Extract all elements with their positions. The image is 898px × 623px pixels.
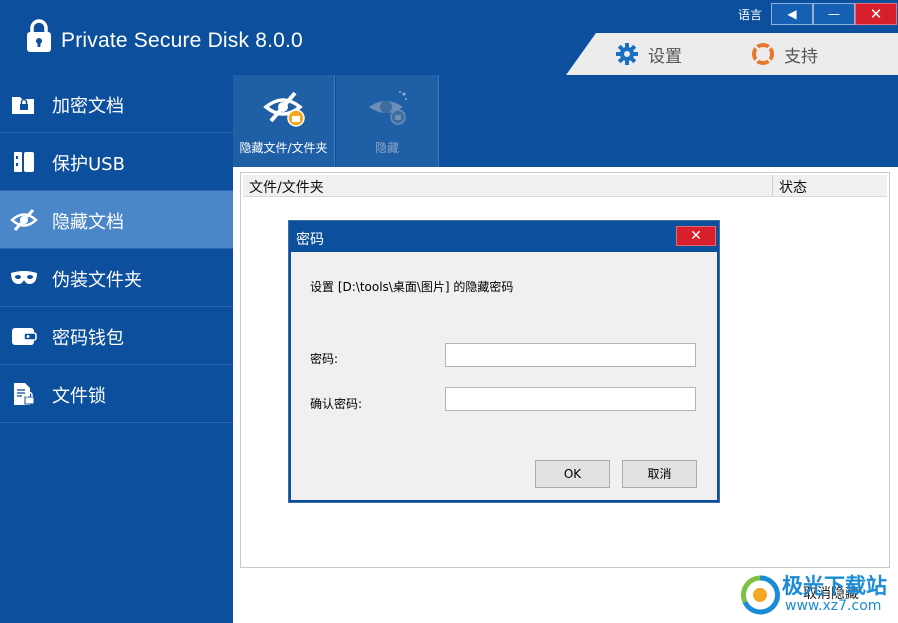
title-bar: Private Secure Disk 8.0.0 语言 ◀ — ✕ 设置 支持	[0, 0, 898, 75]
sidebar: 加密文档 保护USB 隐藏文档 伪装文件夹 密码钱包 文件锁	[0, 75, 233, 623]
tab-support-label: 支持	[784, 46, 818, 67]
app-title: Private Secure Disk 8.0.0	[61, 29, 303, 52]
language-button[interactable]: ◀	[771, 3, 813, 25]
close-window-button[interactable]: ✕	[855, 3, 897, 25]
hide-label: 隐藏	[374, 141, 399, 155]
gear-icon	[616, 43, 638, 65]
wallet-icon	[12, 328, 37, 345]
column-header-file[interactable]: 文件/文件夹	[249, 177, 324, 197]
watermark-name: 极光下载站	[782, 574, 887, 598]
eye-slash-icon	[10, 208, 38, 232]
usb-drive-icon	[14, 152, 34, 172]
dialog-close-button[interactable]: ✕	[676, 226, 716, 246]
sidebar-item-file-lock[interactable]: 文件锁	[0, 365, 233, 423]
language-label: 语言	[738, 8, 763, 22]
tab-settings[interactable]: 设置	[616, 33, 682, 75]
dialog-title: 密码	[296, 232, 324, 248]
tab-settings-label: 设置	[648, 46, 682, 67]
sidebar-item-encrypt[interactable]: 加密文档	[0, 75, 233, 133]
cancel-button[interactable]: 取消	[622, 460, 697, 488]
password-input[interactable]	[445, 343, 696, 367]
sidebar-item-label: 保护USB	[52, 154, 125, 175]
password-dialog: 密码 ✕ 设置 [D:\tools\桌面\图片] 的隐藏密码 密码: 确认密码:…	[289, 221, 719, 502]
watermark-url: www.xz7.com	[785, 598, 882, 614]
column-divider[interactable]	[772, 175, 773, 197]
dialog-message: 设置 [D:\tools\桌面\图片] 的隐藏密码	[310, 280, 514, 294]
confirm-password-label: 确认密码:	[310, 397, 363, 411]
sidebar-item-label: 文件锁	[52, 386, 106, 407]
hide-button[interactable]: 隐藏	[336, 75, 439, 167]
mask-icon	[11, 271, 37, 284]
watermark-logo-icon	[741, 575, 780, 615]
sidebar-item-disguise-folder[interactable]: 伪装文件夹	[0, 249, 233, 307]
table-header: 文件/文件夹 状态	[243, 175, 887, 197]
toolbar: 隐藏文件/文件夹 隐藏	[233, 75, 898, 167]
column-header-status[interactable]: 状态	[779, 177, 807, 197]
lifebuoy-icon	[752, 43, 774, 65]
sidebar-item-protect-usb[interactable]: 保护USB	[0, 133, 233, 191]
sidebar-item-label: 伪装文件夹	[52, 270, 142, 291]
sidebar-item-password-wallet[interactable]: 密码钱包	[0, 307, 233, 365]
sidebar-item-label: 隐藏文档	[52, 212, 124, 233]
password-label: 密码:	[310, 352, 339, 366]
app-logo-lock-icon	[27, 19, 51, 52]
ok-button[interactable]: OK	[535, 460, 610, 488]
hide-files-folders-button[interactable]: 隐藏文件/文件夹	[233, 75, 335, 167]
sidebar-item-hide-docs[interactable]: 隐藏文档	[0, 191, 233, 249]
confirm-password-input[interactable]	[445, 387, 696, 411]
sidebar-item-label: 加密文档	[52, 96, 124, 117]
hide-eye-icon	[369, 91, 407, 125]
tab-support[interactable]: 支持	[752, 33, 818, 75]
folder-lock-icon	[12, 97, 34, 114]
dialog-titlebar[interactable]: 密码 ✕	[291, 223, 717, 252]
watermark: 极光下载站 www.xz7.com	[737, 570, 897, 622]
hide-files-folders-label: 隐藏文件/文件夹	[239, 141, 328, 155]
minimize-button[interactable]: —	[813, 3, 855, 25]
top-tabs: 设置 支持	[566, 33, 898, 75]
document-lock-icon	[14, 383, 35, 405]
hide-file-icon	[263, 91, 305, 127]
sidebar-item-label: 密码钱包	[52, 328, 124, 349]
